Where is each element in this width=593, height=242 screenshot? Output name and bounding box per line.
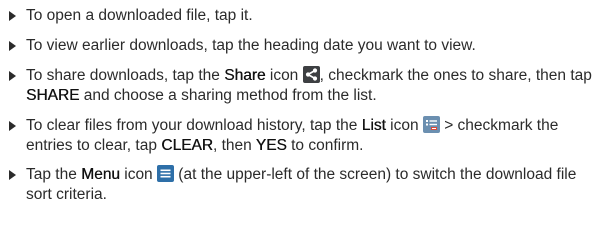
share-icon [302, 66, 320, 83]
item-text: Tap the [26, 166, 82, 183]
bullet-icon [9, 11, 16, 21]
bullet-icon [9, 170, 16, 180]
list-item: To open a downloaded file, tap it. [9, 6, 593, 26]
bullet-icon [9, 41, 16, 51]
list-item: Tap the Menu icon (at the upper-left of … [9, 165, 593, 205]
menu-icon [157, 165, 174, 182]
item-text: To open a downloaded file, tap it. [26, 7, 253, 24]
item-text: To share downloads, tap the [26, 67, 225, 84]
item-text: , then [212, 137, 256, 154]
bullet-icon [9, 71, 16, 81]
share-keyword: Share [224, 67, 266, 84]
item-text: icon [119, 166, 157, 183]
list-keyword: List [361, 117, 386, 134]
item-text: To view earlier downloads, tap the headi… [26, 37, 476, 54]
item-text: , checkmark the ones to share, then tap [319, 67, 592, 84]
instruction-list: To open a downloaded file, tap it. To vi… [0, 0, 593, 205]
bullet-icon [9, 121, 16, 131]
menu-keyword: Menu [81, 166, 120, 183]
item-text: and choose a sharing method from the lis… [79, 87, 377, 104]
share-action-keyword: SHARE [26, 87, 80, 104]
clear-keyword: CLEAR [161, 137, 213, 154]
item-text: icon [385, 117, 423, 134]
list-item: To clear files from your download histor… [9, 116, 593, 156]
yes-keyword: YES [255, 137, 287, 154]
item-text: icon [265, 67, 303, 84]
item-text: to confirm. [286, 137, 364, 154]
item-text: To clear files from your download histor… [26, 117, 362, 134]
list-item: To share downloads, tap the Share icon ,… [9, 66, 593, 106]
list-icon [422, 116, 440, 133]
list-item: To view earlier downloads, tap the headi… [9, 36, 593, 56]
